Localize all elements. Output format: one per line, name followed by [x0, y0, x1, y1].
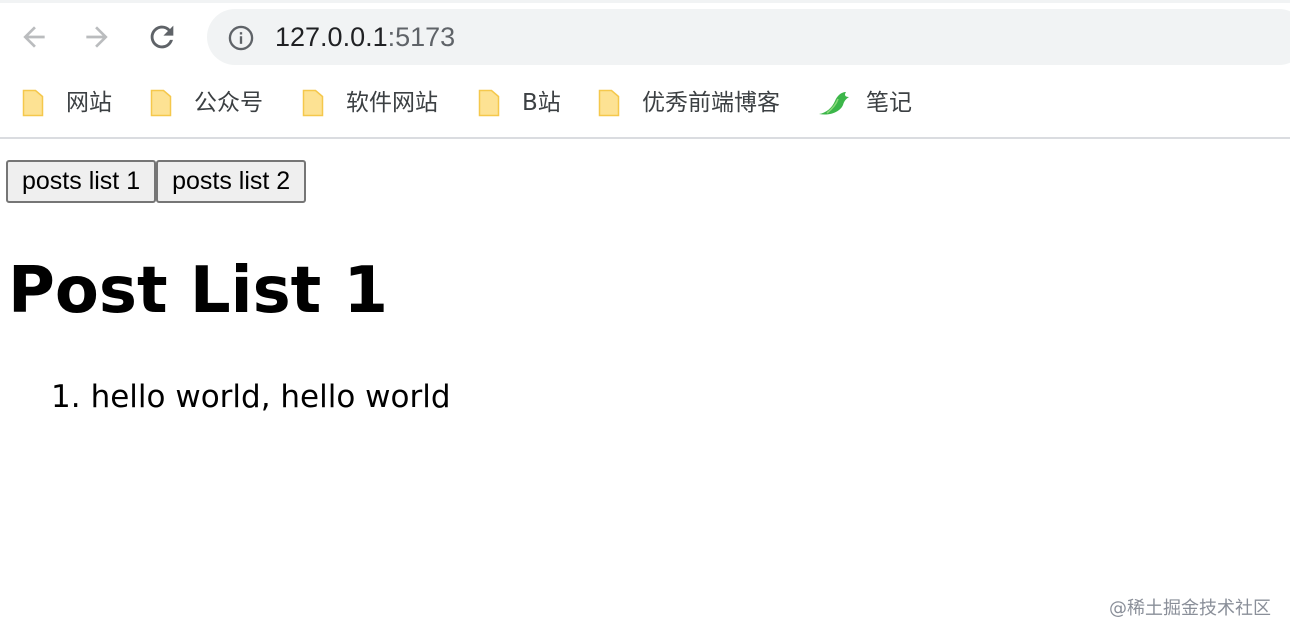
post-number: 1. [51, 379, 81, 415]
posts-list-1-button[interactable]: posts list 1 [6, 160, 157, 203]
post-text: hello world, hello world [90, 379, 451, 415]
bookmark-gongzhonghao[interactable]: 公众号 [150, 85, 263, 121]
bird-icon [818, 89, 850, 117]
folder-icon [22, 89, 44, 117]
bookmark-bzhan[interactable]: B站 [478, 85, 561, 121]
arrow-right-icon [81, 21, 113, 53]
reload-icon [145, 20, 179, 54]
folder-icon [478, 89, 500, 117]
bookmarks-bar: 网站 公众号 软件网站 B站 优秀前端博客 笔记 [0, 75, 1290, 137]
url-host: 127.0.0.1 [275, 22, 388, 52]
bookmark-label: 笔记 [866, 90, 912, 116]
bookmark-youxiu-qianduan-boke[interactable]: 优秀前端博客 [598, 85, 780, 121]
bookmark-ruanjian-wangzhan[interactable]: 软件网站 [302, 85, 438, 121]
bookmark-label: 优秀前端博客 [642, 90, 780, 116]
info-icon[interactable] [227, 24, 255, 52]
bookmark-label: 公众号 [194, 90, 263, 116]
back-button[interactable] [14, 17, 54, 57]
browser-toolbar: 127.0.0.1:5173 [0, 3, 1290, 75]
folder-icon [598, 89, 620, 117]
folder-icon [150, 89, 172, 117]
button-row: posts list 1 posts list 2 [6, 160, 307, 203]
bookmark-label: B站 [522, 90, 561, 116]
reload-button[interactable] [142, 17, 182, 57]
address-bar[interactable]: 127.0.0.1:5173 [207, 9, 1290, 65]
url-text[interactable]: 127.0.0.1:5173 [275, 21, 455, 53]
url-port: :5173 [387, 22, 456, 52]
page-title: Post List 1 [8, 254, 389, 328]
browser-chrome: 127.0.0.1:5173 网站 公众号 软件网站 B站 优秀前端博客 笔记 [0, 0, 1290, 139]
watermark: @稀土掘金技术社区 [1109, 598, 1271, 619]
page-content: posts list 1 posts list 2 Post List 1 1.… [0, 139, 1290, 638]
arrow-left-icon [18, 21, 50, 53]
bookmark-wangzhan[interactable]: 网站 [22, 85, 112, 121]
bookmark-label: 软件网站 [346, 90, 438, 116]
post-list: 1. hello world, hello world [51, 377, 451, 417]
folder-icon [302, 89, 324, 117]
forward-button[interactable] [77, 17, 117, 57]
post-list-item: 1. hello world, hello world [51, 377, 451, 417]
posts-list-2-button[interactable]: posts list 2 [156, 160, 307, 203]
bookmark-biji[interactable]: 笔记 [818, 85, 912, 121]
bookmark-label: 网站 [66, 90, 112, 116]
